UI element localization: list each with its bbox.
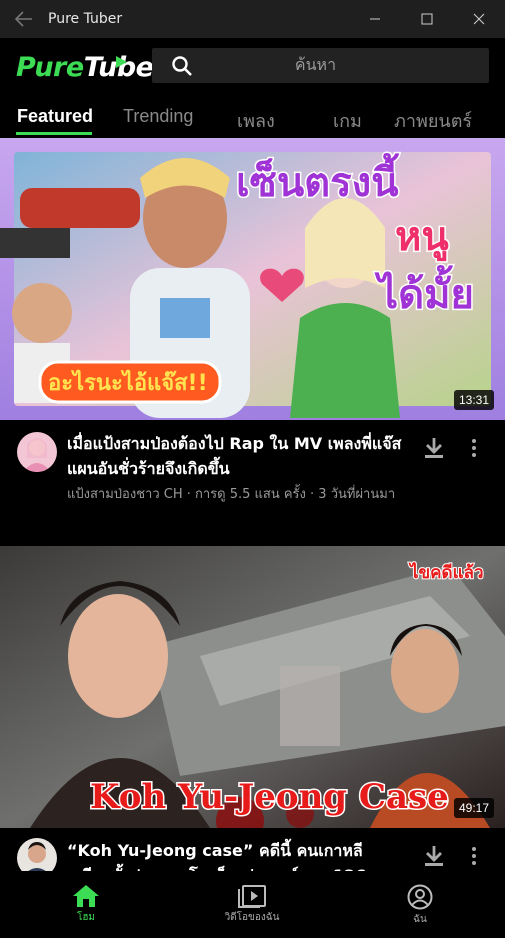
thumbnail-image: ไขคดีแล้ว Koh Yu-Jeong Case: [0, 546, 505, 828]
search-box[interactable]: ค้นหา: [152, 48, 489, 83]
download-button[interactable]: [420, 434, 448, 462]
account-icon: [407, 884, 433, 910]
tab-music[interactable]: เพลง: [237, 106, 275, 135]
video-thumbnail[interactable]: เซ็นตรงนี้ หนู ได้มั้ย อะไรนะไอ้แจ๊ส!! 1…: [0, 138, 505, 420]
back-icon: [15, 11, 32, 27]
more-vert-icon: [472, 847, 476, 865]
download-button[interactable]: [420, 842, 448, 870]
nav-my-videos[interactable]: วิดีโอของฉัน: [192, 884, 312, 938]
thumb-text-3: ได้มั้ย: [374, 265, 474, 318]
duration-badge: 49:17: [453, 798, 494, 818]
nav-account[interactable]: ฉัน: [360, 884, 480, 938]
duration-badge: 13:31: [453, 390, 494, 410]
window-titlebar: Pure Tuber: [0, 0, 505, 38]
close-button[interactable]: [453, 0, 505, 38]
close-icon: [473, 13, 485, 25]
home-icon: [73, 885, 99, 907]
nav-my-videos-label: วิดีโอของฉัน: [224, 912, 280, 923]
logo-part-pure: Pure: [16, 51, 84, 83]
active-tab-indicator: [16, 132, 92, 135]
nav-home-label: โฮม: [76, 912, 96, 923]
maximize-button[interactable]: [401, 0, 453, 38]
nav-home[interactable]: โฮม: [26, 884, 146, 938]
tab-games[interactable]: เกม: [333, 106, 362, 135]
window-title: Pure Tuber: [48, 11, 123, 27]
video-meta[interactable]: “Koh Yu-Jeong case” คดีนี้ คนเกาหลีเกลีย…: [0, 828, 505, 871]
more-options-button[interactable]: [462, 434, 486, 462]
thumb-text-2: Koh Yu-Jeong Case: [90, 777, 449, 817]
video-title[interactable]: เมื่อแป้งสามป่องต้องไป Rap ใน MV เพลงพี่…: [67, 431, 407, 481]
download-icon: [425, 438, 443, 458]
download-icon: [425, 846, 443, 866]
maximize-icon: [421, 13, 433, 25]
video-library-icon: [238, 885, 266, 908]
thumb-text-1: เซ็นตรงนี้: [236, 153, 400, 206]
more-vert-icon: [472, 439, 476, 457]
video-meta[interactable]: เมื่อแป้งสามป่องต้องไป Rap ใน MV เพลงพี่…: [0, 420, 505, 546]
tab-trending[interactable]: Trending: [123, 106, 193, 127]
minimize-icon: [370, 18, 380, 20]
search-icon[interactable]: [152, 48, 212, 83]
video-thumbnail[interactable]: ไขคดีแล้ว Koh Yu-Jeong Case 49:17: [0, 546, 505, 828]
video-subtitle: แป้งสามป่องชาว CH · การดู 5.5 แสน ครั้ง …: [67, 487, 396, 502]
minimize-button[interactable]: [349, 0, 401, 38]
thumb-text-2: หนู: [395, 214, 449, 261]
category-tabs: Featured Trending เพลง เกม ภาพยนตร์: [0, 96, 505, 138]
search-input[interactable]: ค้นหา: [212, 53, 489, 78]
logo-play-icon: [116, 56, 127, 68]
video-title[interactable]: “Koh Yu-Jeong case” คดีนี้ คนเกาหลีเกลีย…: [67, 838, 407, 871]
back-button[interactable]: [0, 0, 48, 38]
app-logo: Pure Tuber: [16, 50, 167, 84]
channel-avatar[interactable]: [17, 838, 57, 871]
channel-avatar[interactable]: [17, 432, 57, 472]
bottom-nav: โฮม วิดีโอของฉัน ฉัน: [0, 878, 505, 938]
thumb-text-1: ไขคดีแล้ว: [408, 562, 484, 583]
tab-featured[interactable]: Featured: [17, 106, 93, 127]
tab-movies[interactable]: ภาพยนตร์: [394, 106, 472, 135]
thumb-text-4: อะไรนะไอ้แจ๊ส!!: [48, 369, 208, 396]
app-header: Pure Tuber ค้นหา: [0, 38, 505, 96]
more-options-button[interactable]: [462, 842, 486, 870]
nav-account-label: ฉัน: [413, 914, 427, 925]
video-feed[interactable]: เซ็นตรงนี้ หนู ได้มั้ย อะไรนะไอ้แจ๊ส!! 1…: [0, 138, 505, 871]
thumbnail-image: เซ็นตรงนี้ หนู ได้มั้ย อะไรนะไอ้แจ๊ส!!: [0, 138, 505, 420]
